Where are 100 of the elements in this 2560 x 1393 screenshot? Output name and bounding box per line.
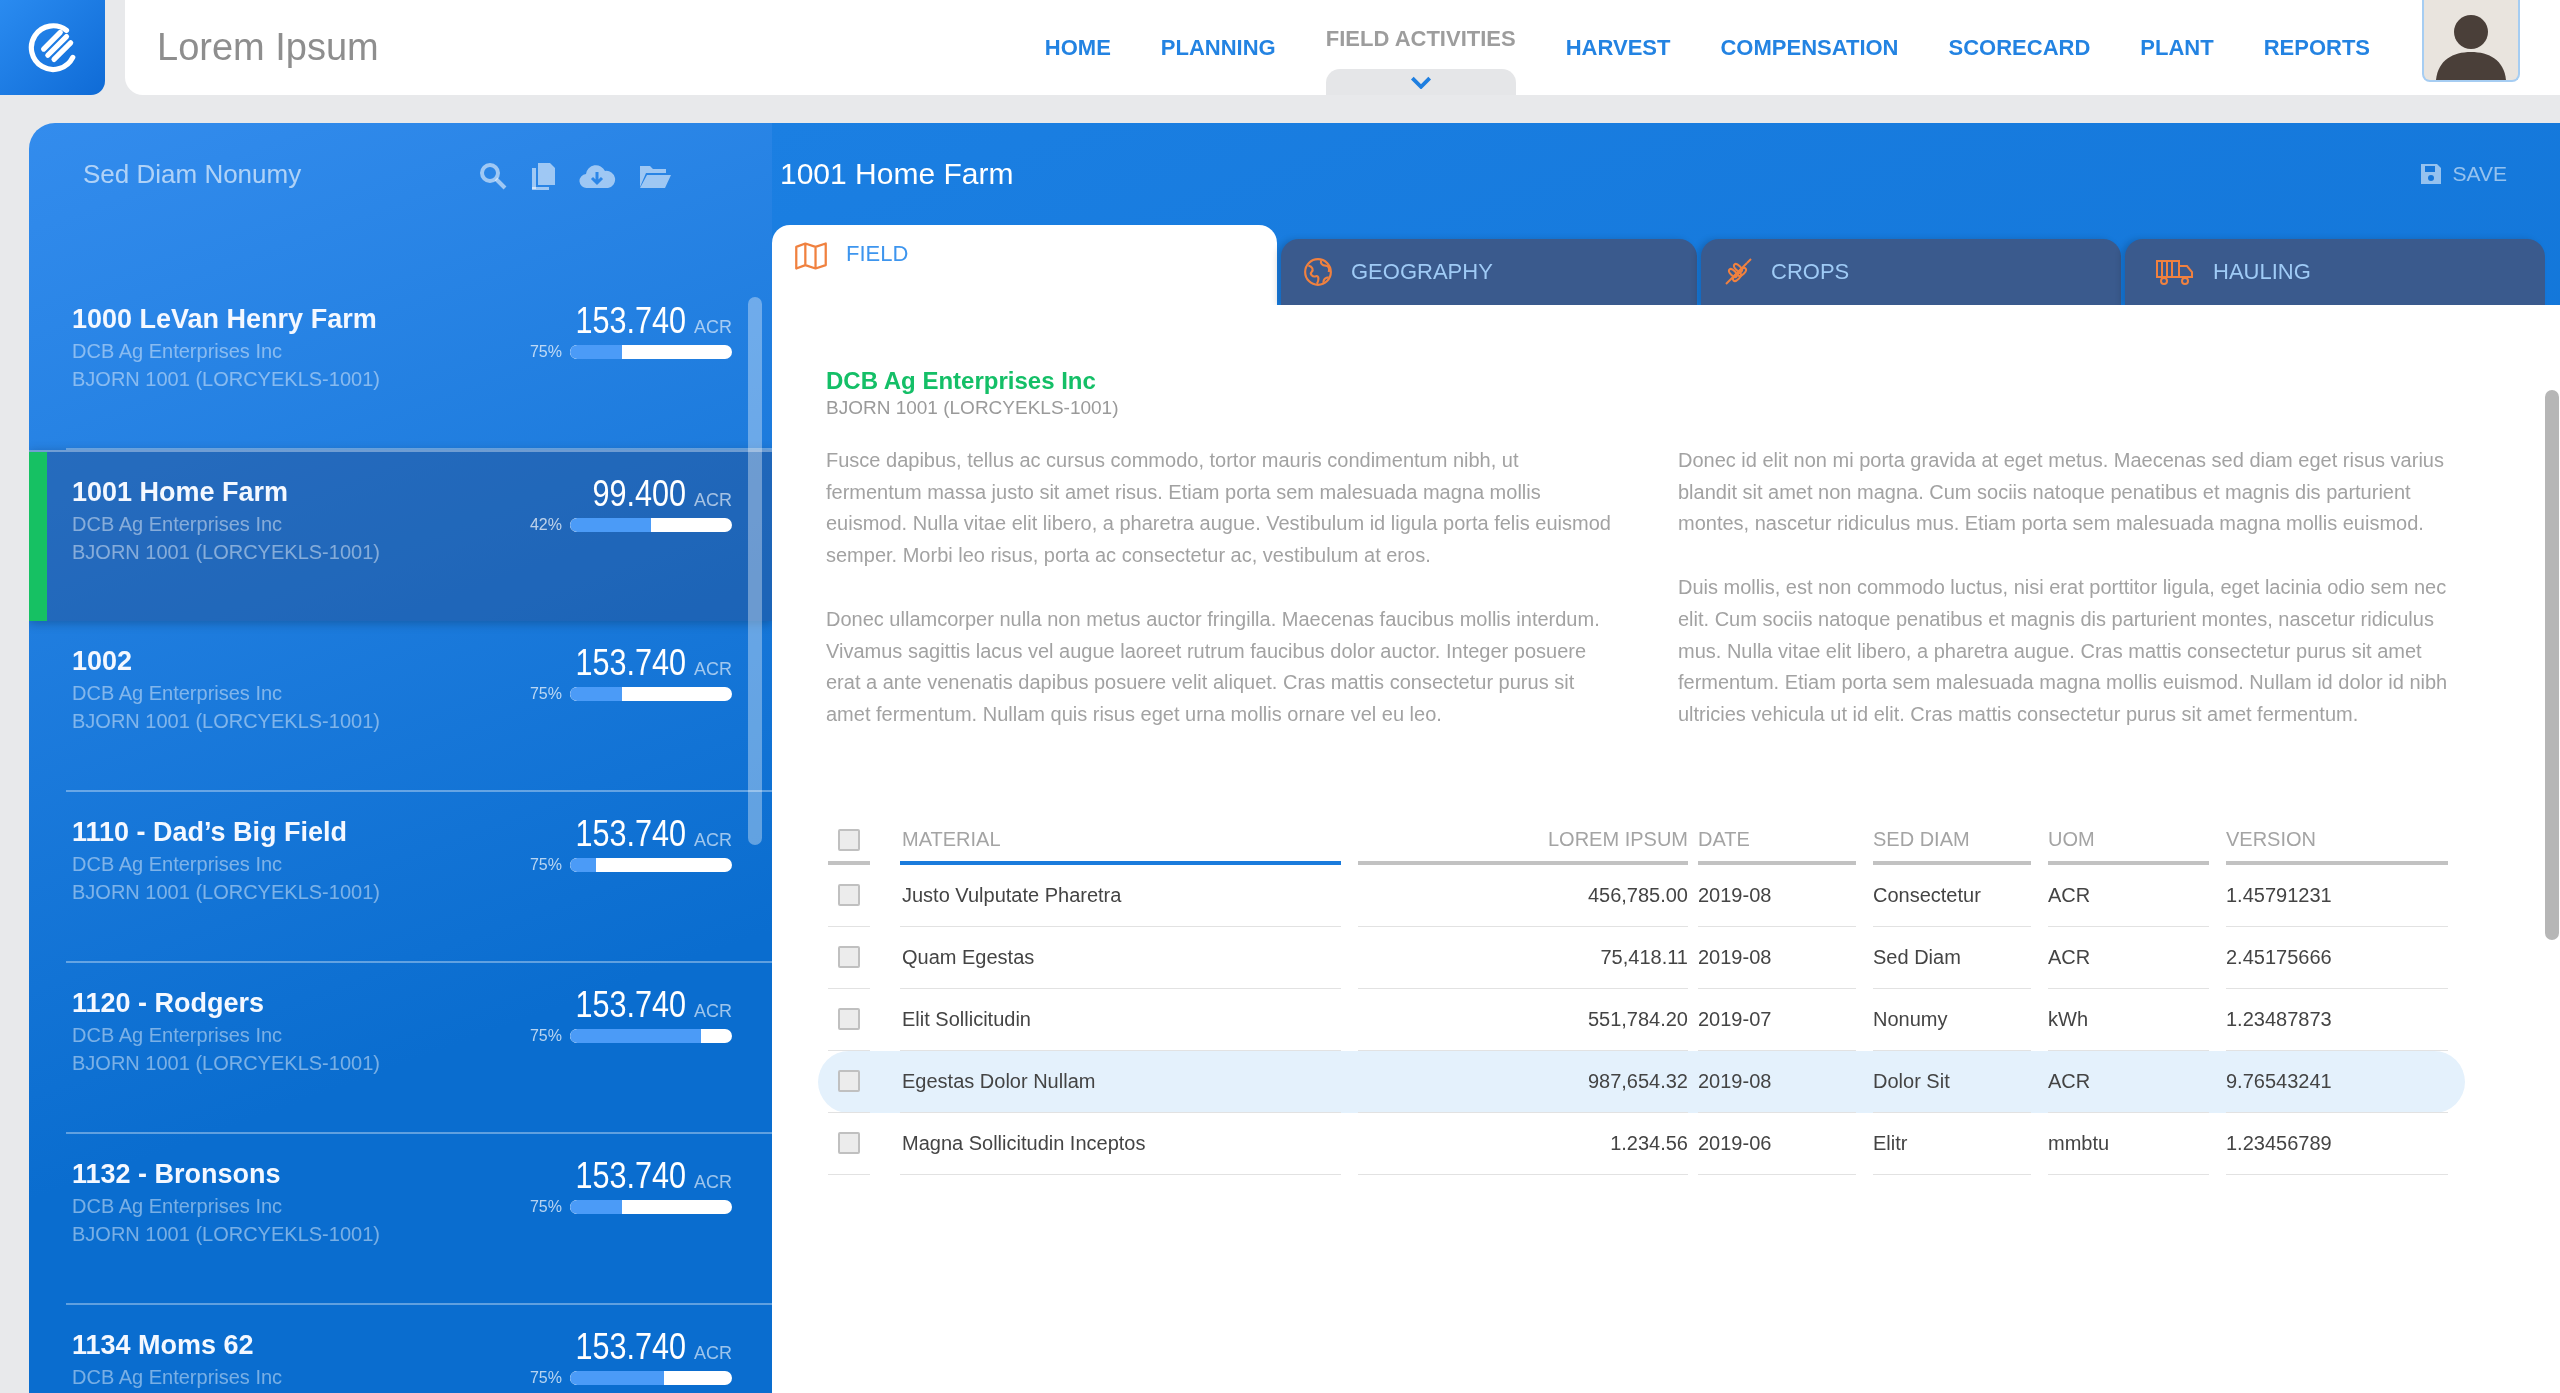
globe-icon [1303, 257, 1333, 287]
table-cell: kWh [2048, 988, 2209, 1051]
percent-label: 42% [529, 516, 562, 534]
detail-title: 1001 Home Farm [780, 157, 1015, 191]
farm-code: BJORN 1001 (LORCYEKLS-1001) [72, 880, 380, 905]
avatar[interactable] [2422, 0, 2520, 82]
table-row[interactable]: Justo Vulputate Pharetra 456,785.00 2019-08 Consectetur ACR 1.45791231 [818, 864, 2465, 927]
table-cell: 2019-08 [1698, 1050, 1856, 1113]
table-cell: 1.23456789 [2226, 1112, 2448, 1175]
checkbox[interactable] [838, 828, 860, 851]
column-header[interactable]: VERSION [2226, 802, 2448, 865]
table-cell: 1.234.56 [1358, 1112, 1688, 1175]
table-cell: 551,784.20 [1358, 988, 1688, 1051]
percent-label: 75% [529, 685, 562, 703]
company-name: DCB Ag Enterprises Inc [826, 367, 1097, 395]
truck-icon [2155, 258, 2195, 286]
copy-icon[interactable] [530, 161, 556, 191]
table-cell: ACR [2048, 1050, 2209, 1113]
table-cell: Consectetur [1873, 864, 2031, 927]
farm-code: BJORN 1001 (LORCYEKLS-1001) [72, 1222, 380, 1247]
nav-tab[interactable]: SCORECARD [1948, 34, 2091, 61]
table-row[interactable]: Egestas Dolor Nullam 987,654.32 2019-08 Dolor Sit ACR 9.76543241 [818, 1050, 2465, 1113]
tab[interactable]: CROPS [1701, 239, 2121, 305]
farm-name: 1132 - Bronsons [72, 1158, 281, 1191]
nav-tab[interactable]: PLANT [2140, 34, 2214, 61]
company-name: DCB Ag Enterprises Inc [72, 852, 283, 877]
table-cell: 9.76543241 [2226, 1050, 2448, 1113]
nav-tab[interactable]: COMPENSATION [1720, 34, 1899, 61]
table-cell: Dolor Sit [1873, 1050, 2031, 1113]
save-button[interactable]: SAVE [2418, 162, 2507, 186]
table-cell: 2019-06 [1698, 1112, 1856, 1175]
company-name: DCB Ag Enterprises Inc [72, 681, 283, 706]
area-unit: ACR [694, 1001, 732, 1022]
table-row[interactable]: Magna Sollicitudin Inceptos 1.234.56 2019-06 Elitr mmbtu 1.23456789 [818, 1112, 2465, 1175]
table-cell: 2019-08 [1698, 926, 1856, 989]
logo[interactable] [0, 0, 105, 95]
table-cell: 456,785.00 [1358, 864, 1688, 927]
table-cell: Nonumy [1873, 988, 2031, 1051]
table-cell: ACR [2048, 926, 2209, 989]
column-header[interactable]: DATE [1698, 802, 1856, 865]
table-cell: ACR [2048, 864, 2209, 927]
paragraph: Donec id elit non mi porta gravida at eget metus. Maecenas sed diam eget risus varius blandit sit amet non magna. Cum sociis natoque penatibus et magnis dis parturient montes, nascetur ridiculus mus. Etiam porta sem malesuada magna mollis euismod. [1678, 448, 2445, 537]
checkbox[interactable] [838, 1070, 860, 1093]
folder-icon[interactable] [638, 163, 672, 189]
paragraph: Fusce dapibus, tellus ac cursus commodo, tortor mauris condimentum nibh, ut fermentum massa justo sit amet risus. Etiam porta sem malesuada magna mollis euismod. Nulla vitae elit libero, a pharetra augue. Vestibulum id ligula porta felis euismod semper. Morbi leo risus, porta ac consectetur ac, vestibulum at eros. [826, 448, 1611, 569]
checkbox[interactable] [838, 1008, 860, 1031]
column-header[interactable]: SED DIAM [1873, 802, 2031, 865]
area-unit: ACR [694, 830, 732, 851]
area-unit: ACR [694, 1172, 732, 1193]
percent-label: 75% [529, 343, 562, 361]
checkbox[interactable] [838, 946, 860, 969]
table-cell: Sed Diam [1873, 926, 2031, 989]
tab[interactable]: FIELD [772, 225, 1277, 305]
area-value: 153.740 [575, 814, 686, 854]
percent-label: 75% [529, 1198, 562, 1216]
column-header[interactable]: MATERIAL [900, 802, 1341, 865]
area-value: 153.740 [575, 301, 686, 341]
dropdown-handle[interactable] [1325, 69, 1516, 95]
nav-tab[interactable]: PLANNING [1160, 34, 1276, 61]
search-icon[interactable] [478, 161, 508, 191]
percent-label: 75% [529, 1027, 562, 1045]
nav-tab[interactable]: HOME [1044, 34, 1111, 61]
area-value: 153.740 [575, 1156, 686, 1196]
scrollbar[interactable] [748, 297, 762, 845]
percent-label: 75% [529, 856, 562, 874]
table-cell: Egestas Dolor Nullam [900, 1050, 1341, 1113]
table-cell: Justo Vulputate Pharetra [900, 864, 1341, 927]
tab[interactable]: HAULING [2125, 239, 2545, 305]
column-header[interactable]: UOM [2048, 802, 2209, 865]
company-name: DCB Ag Enterprises Inc [72, 339, 283, 364]
paragraph: Donec ullamcorper nulla non metus auctor fringilla. Maecenas faucibus mollis interdum. Vivamus sagittis lacus vel augue laoreet rutrum faucibus dolor auctor. Integer posuere erat a ante venenatis dapibus posuere velit aliquet. Cras mattis consectetur purus sit amet fermentum. Nullam quis risus eget urna mollis ornare vel eu leo. [826, 606, 1601, 727]
table-cell: 1.23487873 [2226, 988, 2448, 1051]
nav-tab[interactable]: HARVEST [1565, 34, 1671, 61]
column-header[interactable]: LOREM IPSUM [1358, 802, 1688, 865]
panel-title: Sed Diam Nonumy [83, 159, 303, 190]
nav-tab[interactable]: FIELD ACTIVITIES [1325, 0, 1516, 95]
table-cell: Magna Sollicitudin Inceptos [900, 1112, 1341, 1175]
nav-tab[interactable]: REPORTS [2263, 34, 2370, 61]
table-cell: Quam Egestas [900, 926, 1341, 989]
checkbox[interactable] [838, 884, 860, 907]
checkbox[interactable] [838, 1132, 860, 1155]
area-unit: ACR [694, 1343, 732, 1364]
table-cell: 2019-08 [1698, 864, 1856, 927]
table-row[interactable]: Quam Egestas 75,418.11 2019-08 Sed Diam ACR 2.45175666 [818, 926, 2465, 989]
chevron-down-icon [1409, 75, 1432, 89]
table-cell: Elitr [1873, 1112, 2031, 1175]
table-cell: 2.45175666 [2226, 926, 2448, 989]
table-cell: 1.45791231 [2226, 864, 2448, 927]
scrollbar[interactable] [2545, 390, 2559, 940]
area-value: 153.740 [575, 643, 686, 683]
area-unit: ACR [694, 659, 732, 680]
tab[interactable]: GEOGRAPHY [1281, 239, 1697, 305]
table-cell: 75,418.11 [1358, 926, 1688, 989]
area-unit: ACR [694, 317, 732, 338]
farm-name: 1110 - Dad’s Big Field [72, 816, 348, 849]
list-item[interactable]: 1001 Home Farm DCB Ag Enterprises Inc BJORN 1001 (LORCYEKLS-1001) 99.400 ACR 42% [29, 450, 772, 621]
table-row[interactable]: Elit Sollicitudin 551,784.20 2019-07 Nonumy kWh 1.23487873 [818, 988, 2465, 1051]
farm-code: BJORN 1001 (LORCYEKLS-1001) [72, 709, 380, 734]
table-cell: 987,654.32 [1358, 1050, 1688, 1113]
cloud-download-icon[interactable] [578, 162, 616, 190]
